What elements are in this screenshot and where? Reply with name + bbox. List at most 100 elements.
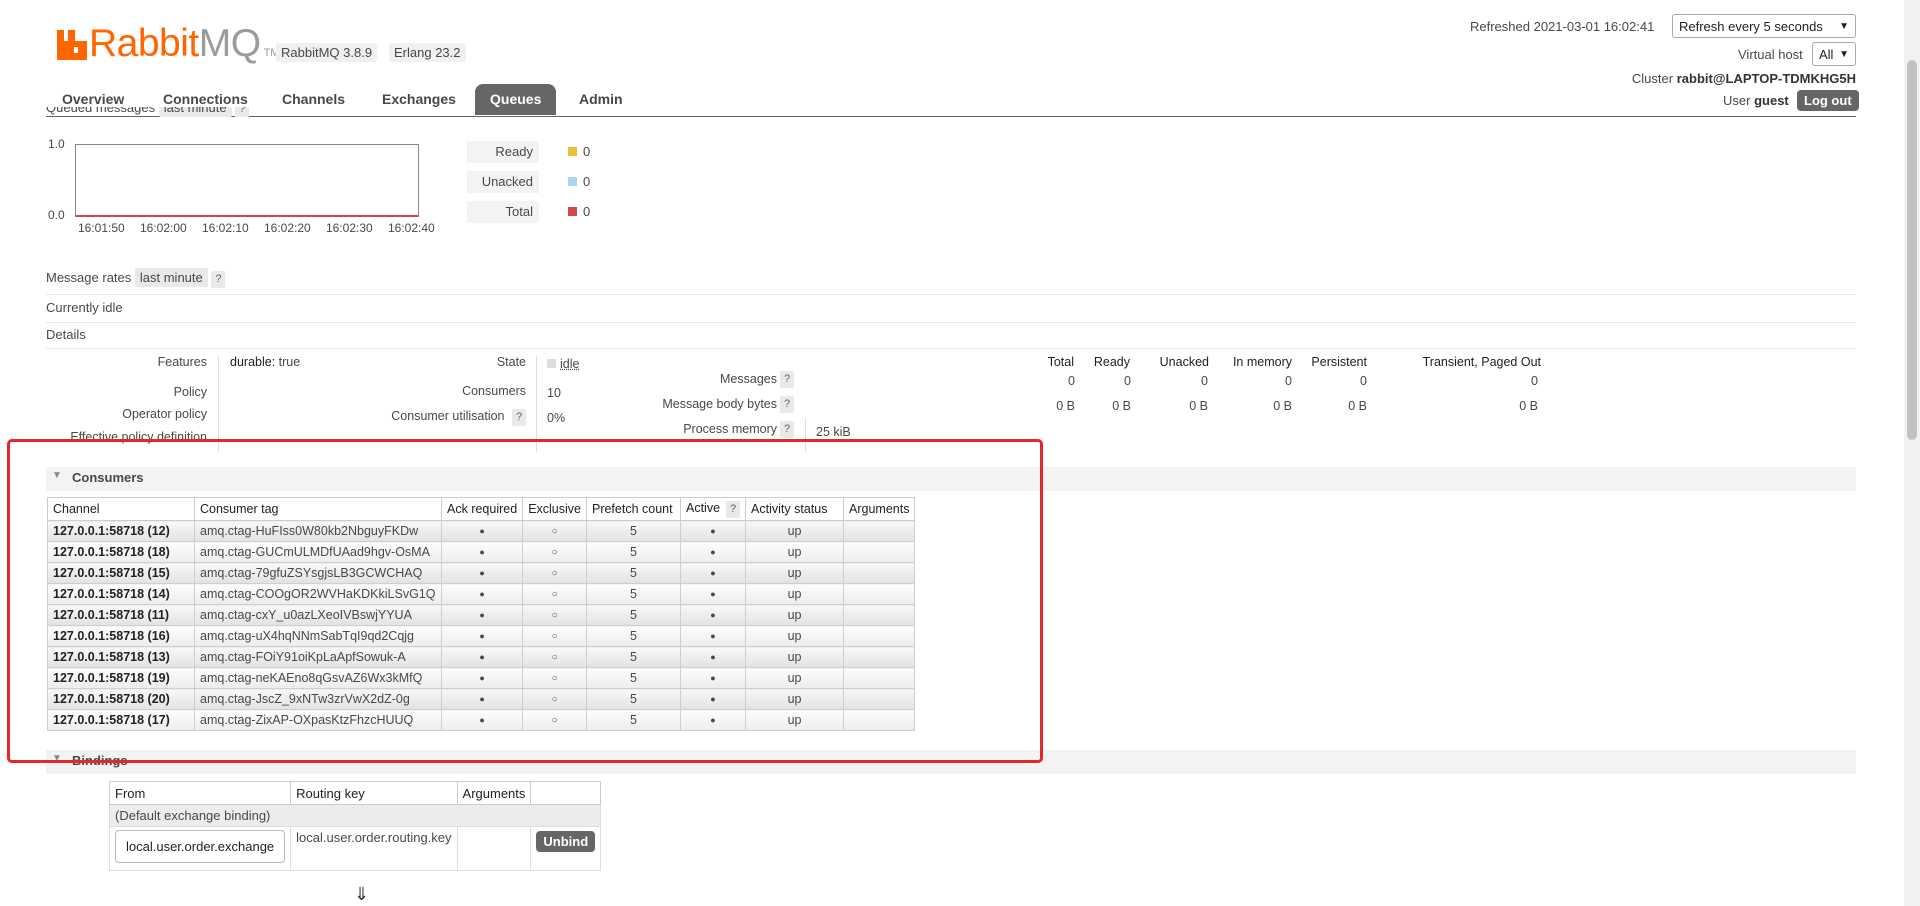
logout-button[interactable]: Log out [1797,90,1859,111]
rabbitmq-logo-icon [57,30,87,60]
logo-wordmark: RabbitMQ [89,22,261,65]
help-icon[interactable]: ? [780,421,794,438]
features-label: Features [157,355,207,369]
default-binding-row: (Default exchange binding) [108,804,602,827]
details-divider [536,356,537,452]
page-scrollbar-thumb[interactable] [1907,60,1917,440]
stats-value: 0 B [1112,399,1131,413]
stats-value: 0 [1201,374,1208,388]
legend-swatch-ready [568,147,577,156]
erlang-version-badge: Erlang 23.2 [389,43,466,62]
binding-routing-key: local.user.order.routing.key [290,826,458,871]
message-body-bytes-label: Message body bytes [662,397,777,411]
user-info: User guest [1723,93,1789,108]
legend-value-unacked: 0 [583,174,591,189]
binding-source-exchange-link[interactable]: local.user.order.exchange [115,830,286,863]
operator-policy-label: Operator policy [122,407,207,421]
stats-header: Total [1047,355,1074,369]
queued-messages-title: Queued messages [46,107,156,115]
consumer-utilisation-text: Consumer utilisation [391,409,505,423]
help-icon[interactable]: ? [780,396,794,413]
dropdown-arrow-icon: ▼ [1839,49,1849,60]
stats-header: Persistent [1311,355,1367,369]
legend-value-total: 0 [583,204,591,219]
bindings-table-header: From Routing key Arguments [108,781,602,805]
consumers-label: Consumers [462,384,526,398]
help-icon[interactable]: ? [512,409,526,426]
message-rates-range[interactable]: last minute [134,268,208,287]
queued-messages-chart: 1.0 0.0 16:01:50 16:02:00 16:02:10 16:02:20… [48,138,435,235]
stats-value: 0 B [1519,399,1538,413]
cluster-info: Cluster rabbit@LAPTOP-TDMKHG5H [1632,71,1856,86]
tab-exchanges[interactable]: Exchanges [367,84,471,115]
consumer-utilisation-label: Consumer utilisation ? [391,409,526,426]
y-axis-top-label: 1.0 [48,138,65,151]
divider [46,294,1856,295]
stats-value: 0 B [1189,399,1208,413]
x-axis-tick-label: 16:02:20 [264,221,311,235]
policy-label: Policy [173,385,207,399]
tabs-underline [46,116,1856,117]
refresh-interval-select[interactable]: Refresh every 5 seconds ▼ [1672,14,1856,38]
user-name: guest [1754,93,1789,108]
legend-swatch-unacked [568,177,577,186]
binding-arguments [456,826,532,871]
stats-value: 0 [1285,374,1292,388]
stats-value: 0 B [1348,399,1367,413]
features-value: durable: true [230,355,300,369]
tab-queues[interactable]: Queues [475,84,557,115]
help-icon[interactable]: ? [211,271,226,288]
stats-header: Unacked [1159,355,1209,369]
features-durable-value: true [278,355,301,369]
x-axis-tick-label: 16:01:50 [78,221,125,235]
bindings-col-routing-key: Routing key [290,781,458,805]
y-axis-bottom-label: 0.0 [48,208,65,222]
unbind-button[interactable]: Unbind [536,831,596,852]
x-axis-ticks: 16:01:50 16:02:00 16:02:10 16:02:20 16:02:30… [78,221,435,235]
messages-label: Messages [720,372,777,386]
stats-value: 0 B [1273,399,1292,413]
queued-messages-heading: Queued messages last minute ? [46,107,266,117]
state-text: idle [560,357,580,371]
help-icon[interactable]: ? [780,371,794,388]
help-icon[interactable]: ? [235,107,250,117]
cluster-name: rabbit@LAPTOP-TDMKHG5H [1676,71,1856,86]
stats-header: In memory [1232,355,1292,369]
rabbitmq-logo[interactable]: RabbitMQ TM [57,22,279,65]
bindings-col-actions [530,781,602,805]
consumers-count: 10 [547,386,561,400]
details-heading[interactable]: Details [46,327,86,342]
tab-channels[interactable]: Channels [267,84,360,115]
process-memory-value: 25 kiB [816,425,851,439]
virtual-host-label: Virtual host [1738,47,1803,62]
consumer-utilisation-value: 0% [547,411,566,425]
bindings-col-from: From [108,781,292,805]
stats-value: 0 [1360,374,1367,388]
divider [46,348,1856,349]
stats-value: 0 [1124,374,1131,388]
legend-label-unacked: Unacked [467,171,539,193]
virtual-host-select[interactable]: All ▼ [1812,42,1856,66]
chart-plot-area [75,144,419,217]
queue-status-text: Currently idle [46,300,123,315]
user-label: User [1723,93,1751,108]
stats-value: 0 B [1056,399,1075,413]
legend-swatch-total [568,207,577,216]
binding-down-arrow-icon: ⇓ [354,884,370,904]
x-axis-tick-label: 16:02:00 [140,221,187,235]
stats-header: Transient, Paged Out [1422,355,1541,369]
x-axis-tick-label: 16:02:40 [388,221,435,235]
stats-value: 0 [1531,374,1538,388]
default-binding-label: (Default exchange binding) [108,804,602,827]
message-rates-heading: Message rates last minute ? [46,268,226,288]
virtual-host-value: All [1819,47,1834,62]
refresh-interval-value: Refresh every 5 seconds [1679,19,1823,34]
queued-messages-range[interactable]: last minute [158,107,232,117]
legend-label-total: Total [467,201,539,223]
state-label: State [496,355,526,369]
tab-admin[interactable]: Admin [564,84,638,115]
binding-from-cell: local.user.order.exchange [108,826,292,871]
legend-value-ready: 0 [583,144,591,159]
legend-label-ready: Ready [467,141,539,163]
page-scrollbar[interactable] [1904,0,1920,906]
